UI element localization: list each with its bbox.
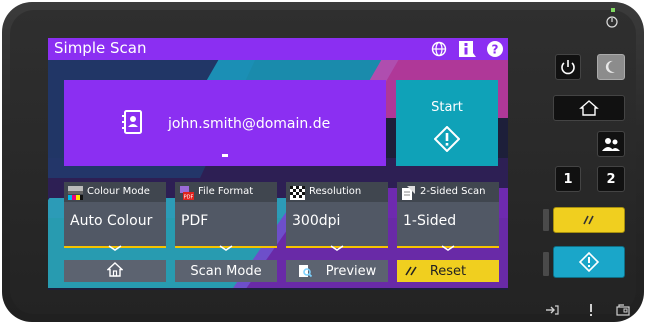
destination-panel[interactable]: john.smith@domain.de: [64, 80, 386, 166]
file-format-label: File Format: [198, 186, 254, 197]
key-2-button[interactable]: 2: [597, 166, 625, 192]
hardware-reset-button[interactable]: [553, 207, 625, 233]
reset-icon: [583, 215, 594, 225]
sleep-button[interactable]: [597, 54, 625, 80]
preview-label: Preview: [325, 263, 377, 279]
destination-address: john.smith@domain.de: [168, 116, 331, 132]
chevron-down-icon: [219, 236, 233, 251]
start-button[interactable]: Start: [396, 80, 498, 166]
colour-mode-icon: [68, 185, 83, 200]
hardware-home-button[interactable]: [553, 95, 625, 121]
fax-icon: [616, 304, 630, 319]
colour-mode-tile[interactable]: Colour Mode Auto Colour: [64, 182, 166, 251]
power-icon: [561, 60, 575, 75]
start-diamond-icon: [578, 251, 600, 273]
reset-label: Reset: [429, 263, 467, 279]
indicator-slot: [543, 209, 549, 231]
colour-mode-label: Colour Mode: [87, 186, 150, 197]
home-icon: [106, 261, 124, 281]
users-icon: [602, 138, 620, 151]
moon-icon: [605, 60, 615, 73]
login-arrow-icon: [545, 304, 559, 319]
title-bar: Simple Scan ?: [48, 38, 508, 60]
two-sided-scan-tile[interactable]: 2-Sided Scan 1-Sided: [397, 182, 499, 251]
app-title: Simple Scan: [54, 39, 147, 57]
touch-screen: Simple Scan ? john.smith@domain.de Start…: [48, 38, 508, 290]
power-button[interactable]: [555, 54, 581, 80]
home-button[interactable]: [64, 260, 166, 282]
reset-button[interactable]: Reset: [397, 260, 499, 282]
svg-text:?: ?: [492, 43, 499, 57]
preview-icon: [298, 264, 312, 278]
power-indicator-icon: [605, 14, 619, 28]
file-format-tile[interactable]: PDF File Format PDF: [175, 182, 277, 251]
file-format-icon: PDF: [179, 185, 194, 201]
scroll-indicator: [222, 154, 228, 157]
address-book-icon: [122, 110, 144, 134]
scan-mode-button[interactable]: Scan Mode: [175, 260, 277, 282]
chevron-down-icon: [441, 236, 455, 251]
colour-mode-value: Auto Colour: [70, 213, 153, 229]
key-1-button[interactable]: 1: [555, 166, 581, 192]
resolution-value: 300dpi: [292, 213, 341, 229]
svg-text:PDF: PDF: [184, 195, 194, 201]
hardware-start-button[interactable]: [553, 246, 625, 278]
info-icon[interactable]: [458, 40, 476, 58]
help-icon[interactable]: ?: [486, 40, 504, 58]
two-sided-scan-value: 1-Sided: [403, 213, 457, 229]
two-sided-scan-label: 2-Sided Scan: [420, 186, 486, 197]
start-diamond-icon: [433, 125, 461, 153]
chevron-down-icon: [330, 236, 344, 251]
resolution-icon: [290, 185, 305, 200]
globe-icon[interactable]: [430, 40, 448, 58]
resolution-tile[interactable]: Resolution 300dpi: [286, 182, 388, 251]
preview-button[interactable]: Preview: [286, 260, 388, 282]
reset-icon: [405, 266, 417, 276]
status-led: [611, 8, 615, 12]
scan-mode-label: Scan Mode: [190, 263, 262, 279]
start-label: Start: [431, 100, 463, 115]
user-button[interactable]: [597, 131, 625, 157]
resolution-label: Resolution: [309, 186, 362, 197]
two-sided-icon: [401, 185, 416, 200]
home-icon: [579, 100, 599, 116]
indicator-slot: [543, 252, 549, 276]
alert-icon: [588, 304, 594, 319]
file-format-value: PDF: [181, 213, 209, 229]
chevron-down-icon: [108, 236, 122, 251]
